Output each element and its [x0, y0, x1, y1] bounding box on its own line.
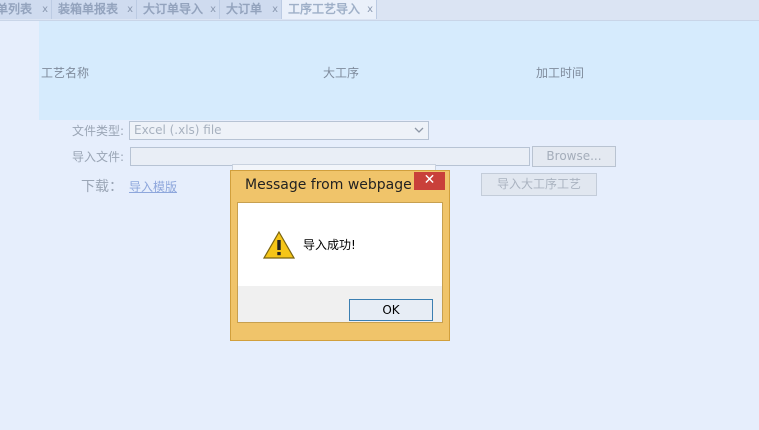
download-label: 下载： — [81, 179, 123, 195]
tab-close-icon[interactable]: x — [367, 0, 373, 19]
browse-button[interactable]: Browse... — [532, 146, 616, 167]
tab-label: 大订单 — [226, 2, 263, 16]
tab-big-order-import[interactable]: 大订单导入 x — [137, 0, 220, 19]
tab-close-icon[interactable]: x — [210, 0, 216, 19]
message-dialog: Message from webpage ✕ 导入成功! OK — [230, 170, 450, 341]
column-header-process-name[interactable]: 工艺名称 — [41, 64, 89, 81]
import-process-button[interactable]: 导入大工序工艺 — [481, 173, 597, 196]
tab-label: 单列表 — [0, 2, 33, 16]
tab-bar: 单列表 x 装箱单报表 x 大订单导入 x 大订单 x 工序工艺导入 x — [0, 0, 759, 21]
tab-order-list[interactable]: 单列表 x — [0, 0, 52, 19]
tab-big-order[interactable]: 大订单 x — [220, 0, 282, 19]
warning-icon — [263, 231, 295, 259]
file-type-select[interactable]: Excel (.xls) file — [129, 121, 429, 140]
import-template-link[interactable]: 导入模版 — [129, 178, 177, 195]
column-header-major-process[interactable]: 大工序 — [323, 64, 359, 81]
import-file-label: 导入文件: — [72, 150, 125, 164]
tab-close-icon[interactable]: x — [272, 0, 278, 19]
tab-close-icon[interactable]: x — [127, 0, 133, 19]
dialog-message: 导入成功! — [303, 238, 356, 252]
file-type-label: 文件类型: — [72, 124, 125, 138]
tab-label: 装箱单报表 — [58, 2, 119, 16]
chevron-down-icon — [414, 127, 424, 133]
tab-process-import[interactable]: 工序工艺导入 x — [282, 0, 377, 19]
file-type-value: Excel (.xls) file — [134, 123, 222, 137]
close-icon[interactable]: ✕ — [414, 172, 445, 190]
tab-close-icon[interactable]: x — [42, 0, 48, 19]
dialog-title: Message from webpage — [245, 177, 412, 193]
dialog-body: 导入成功! OK — [237, 202, 443, 323]
column-header-processing-time[interactable]: 加工时间 — [536, 64, 584, 81]
tab-label: 工序工艺导入 — [288, 2, 361, 16]
ok-button[interactable]: OK — [349, 299, 433, 321]
tab-packing-report[interactable]: 装箱单报表 x — [52, 0, 137, 19]
tab-label: 大订单导入 — [143, 2, 204, 16]
grid-header: 工艺名称 大工序 加工时间 — [39, 21, 759, 120]
